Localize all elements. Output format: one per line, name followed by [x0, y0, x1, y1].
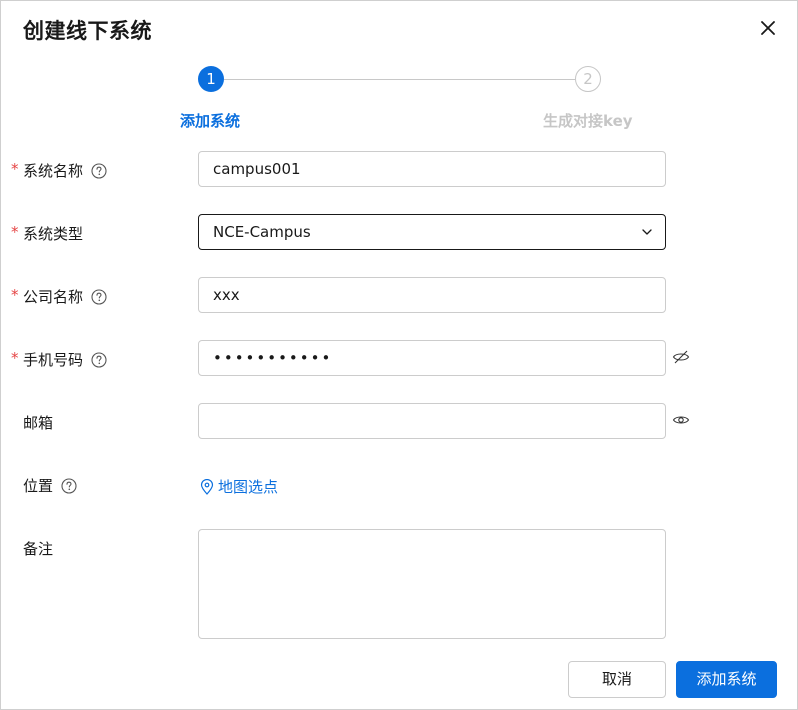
map-select-link[interactable]: 地图选点 [200, 476, 278, 497]
step-1-label: 添加系统 [180, 112, 241, 130]
required-mark: * [11, 223, 19, 241]
company-name-label-text: 公司名称 [23, 288, 84, 306]
step-1-indicator: 1 [198, 66, 224, 92]
system-name-label-text: 系统名称 [23, 162, 84, 180]
step-connector [224, 79, 575, 80]
system-name-input[interactable]: campus001 [198, 151, 666, 187]
phone-label-text: 手机号码 [23, 351, 84, 369]
system-type-label: 系统类型 [23, 223, 83, 244]
close-icon[interactable] [757, 17, 779, 39]
dialog-title: 创建线下系统 [23, 19, 152, 43]
chevron-down-icon [641, 226, 653, 238]
phone-input[interactable]: ••••••••••• [198, 340, 666, 376]
add-system-button[interactable]: 添加系统 [676, 661, 777, 698]
email-label-text: 邮箱 [23, 414, 54, 432]
system-name-label: 系统名称 [23, 160, 107, 181]
create-offline-system-dialog: 创建线下系统 1 2 添加系统 生成对接key * 系统名称 campus001… [0, 0, 798, 710]
step-2-indicator: 2 [575, 66, 601, 92]
eye-icon[interactable] [672, 411, 690, 429]
system-type-label-text: 系统类型 [23, 225, 84, 243]
system-type-select[interactable]: NCE-Campus [198, 214, 666, 250]
remark-label-text: 备注 [23, 540, 54, 558]
location-label: 位置 [23, 475, 77, 496]
required-mark: * [11, 286, 19, 304]
cancel-button[interactable]: 取消 [568, 661, 666, 698]
email-input[interactable] [198, 403, 666, 439]
company-name-input[interactable]: xxx [198, 277, 666, 313]
phone-masked-value: ••••••••••• [213, 349, 333, 367]
step-2-label: 生成对接key [543, 112, 633, 130]
question-circle-icon[interactable] [91, 351, 107, 368]
required-mark: * [11, 160, 19, 178]
map-select-link-text: 地图选点 [218, 478, 279, 496]
company-name-label: 公司名称 [23, 286, 107, 307]
map-pin-icon [200, 478, 214, 495]
remark-textarea[interactable] [198, 529, 666, 639]
question-circle-icon[interactable] [61, 477, 77, 494]
question-circle-icon[interactable] [91, 162, 107, 179]
email-label: 邮箱 [23, 412, 53, 433]
remark-label: 备注 [23, 538, 53, 559]
required-mark: * [11, 349, 19, 367]
system-type-value: NCE-Campus [213, 223, 311, 241]
phone-label: 手机号码 [23, 349, 107, 370]
location-label-text: 位置 [23, 477, 54, 495]
eye-off-icon[interactable] [672, 348, 690, 366]
question-circle-icon[interactable] [91, 288, 107, 305]
